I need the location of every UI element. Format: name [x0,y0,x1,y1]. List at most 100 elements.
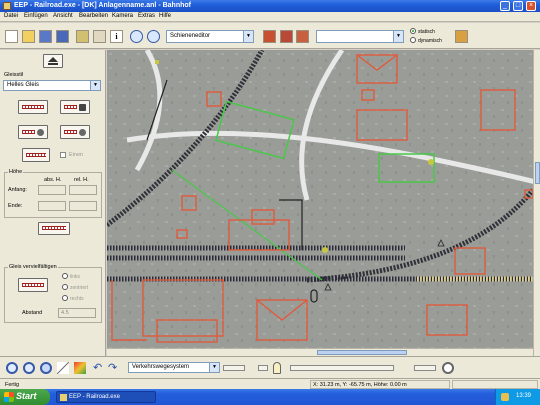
eject-icon [48,57,58,65]
layer-select[interactable]: Verkehrswegesystem ▼ [128,362,220,373]
copy-right-label: rechts [70,296,84,302]
menu-extras[interactable]: Extras [138,13,155,19]
end-rel-height-field[interactable] [69,201,97,211]
drop-checkbox[interactable] [60,152,66,158]
distance-field[interactable]: 4.5 [58,308,96,318]
abs-height-header: abs. H. [44,177,62,183]
track-options-button[interactable] [60,100,90,114]
status-text: Fertig [5,382,20,388]
title-bar: EEP - Railroad.exe - [DK] Anlagenname.an… [0,0,540,12]
start-rel-height-field[interactable] [69,185,97,195]
height-group-label: Höhe [8,169,24,175]
object-icon[interactable] [74,362,86,374]
rail-1-icon[interactable] [263,30,276,43]
chevron-down-icon: ▼ [243,31,253,42]
rel-height-header: rel. H. [74,177,89,183]
app-icon [60,394,67,401]
menu-datei[interactable]: Datei [4,13,18,19]
chevron-down-icon: ▼ [90,81,100,90]
system-tray: 13:39 [495,389,540,405]
clock-icon[interactable] [442,362,454,374]
rail-3-icon[interactable] [296,30,309,43]
eject-button[interactable] [43,54,63,68]
copy-center-radio[interactable]: zentriert [62,284,88,291]
apply-height-button[interactable] [38,222,70,235]
copy-right-radio[interactable]: rechts [62,295,84,302]
minimize-button[interactable]: _ [500,1,510,11]
straight-track-button[interactable] [18,100,48,114]
slider-3[interactable] [290,365,394,371]
end-label: Ende: [8,203,23,209]
copy-track-button[interactable] [18,278,48,292]
menu-ansicht[interactable]: Ansicht [53,13,73,19]
slider-2[interactable] [258,365,268,371]
undo-icon[interactable]: ↶ [93,362,105,374]
info-icon[interactable]: i [110,30,123,43]
windows-logo-icon [4,392,14,402]
copy-left-radio[interactable]: links [62,273,80,280]
mode-static-radio[interactable]: statisch [410,28,435,35]
zoom-out-icon[interactable] [23,362,35,374]
tray-icon[interactable] [501,393,509,401]
slider-4[interactable] [414,365,436,371]
close-button[interactable]: × [526,1,536,11]
menu-kamera[interactable]: Kamera [112,13,133,19]
start-label: Start [16,391,37,401]
horizontal-scrollbar[interactable] [107,348,533,356]
taskbar-app-label: EEP - Railroad.exe [69,394,120,400]
pencil-icon[interactable] [57,362,69,374]
copy-center-label: zentriert [70,285,89,291]
save-icon[interactable] [39,30,52,43]
map-canvas[interactable] [107,50,533,356]
coordinates-readout: X: 31.23 m, Y: -65.75 m, Höhe: 0.00 m [310,380,450,389]
rail-2-icon[interactable] [280,30,293,43]
horizontal-scroll-thumb[interactable] [317,350,407,355]
window-title: EEP - Railroad.exe - [DK] Anlagenname.an… [14,2,191,9]
track-switch-button[interactable] [60,125,90,139]
vertical-scroll-thumb[interactable] [535,162,540,184]
print-icon[interactable] [76,30,89,43]
track-style-select[interactable]: Helles Gleis ▼ [3,80,101,91]
redo-icon[interactable]: ↷ [108,362,120,374]
menu-bar: Datei Einfügen Ansicht Bearbeiten Kamera… [0,12,540,22]
zoom-fit-icon[interactable] [40,362,52,374]
distance-label: Abstand [22,310,43,316]
marker [322,247,328,253]
chevron-down-icon: ▼ [393,31,403,42]
settings-icon[interactable] [93,30,106,43]
tools-icon[interactable] [455,30,468,43]
zoom-in-icon[interactable] [130,30,143,43]
menu-bearbeiten[interactable]: Bearbeiten [79,13,108,19]
open-folder-icon[interactable] [22,30,35,43]
track-bend-button[interactable] [18,125,48,139]
light-bulb-icon[interactable] [273,362,281,374]
end-abs-height-field[interactable] [38,201,66,211]
track-style-label: Gleisstil [4,72,24,78]
editor-select[interactable]: Schieneneditor ▼ [166,30,254,43]
track-plan-svg [107,50,533,356]
start-label: Anfang: [8,187,27,193]
taskbar: Start EEP - Railroad.exe 13:39 [0,389,540,405]
marker [428,159,434,165]
editor-select-value: Schieneneditor [170,33,211,39]
save-as-icon[interactable] [56,30,69,43]
start-button[interactable]: Start [0,389,50,405]
marker [155,60,159,64]
slider-1[interactable] [223,365,245,371]
zoom-out-icon[interactable] [147,30,160,43]
search-select[interactable]: ▼ [316,30,404,43]
status-panel-empty [452,380,538,389]
new-file-icon[interactable] [5,30,18,43]
app-icon [3,2,11,10]
mode-dynamic-radio[interactable]: dynamisch [410,37,442,44]
vertical-scrollbar[interactable] [533,50,540,356]
zoom-in-icon[interactable] [6,362,18,374]
mode-dynamic-label: dynamisch [418,38,442,44]
menu-hilfe[interactable]: Hilfe [159,13,171,19]
track-delete-button[interactable] [22,148,50,162]
menu-einfuegen[interactable]: Einfügen [24,13,48,19]
mode-static-label: statisch [418,29,435,35]
taskbar-app-button[interactable]: EEP - Railroad.exe [56,391,156,403]
start-abs-height-field[interactable] [38,185,66,195]
maximize-button[interactable]: □ [513,1,523,11]
